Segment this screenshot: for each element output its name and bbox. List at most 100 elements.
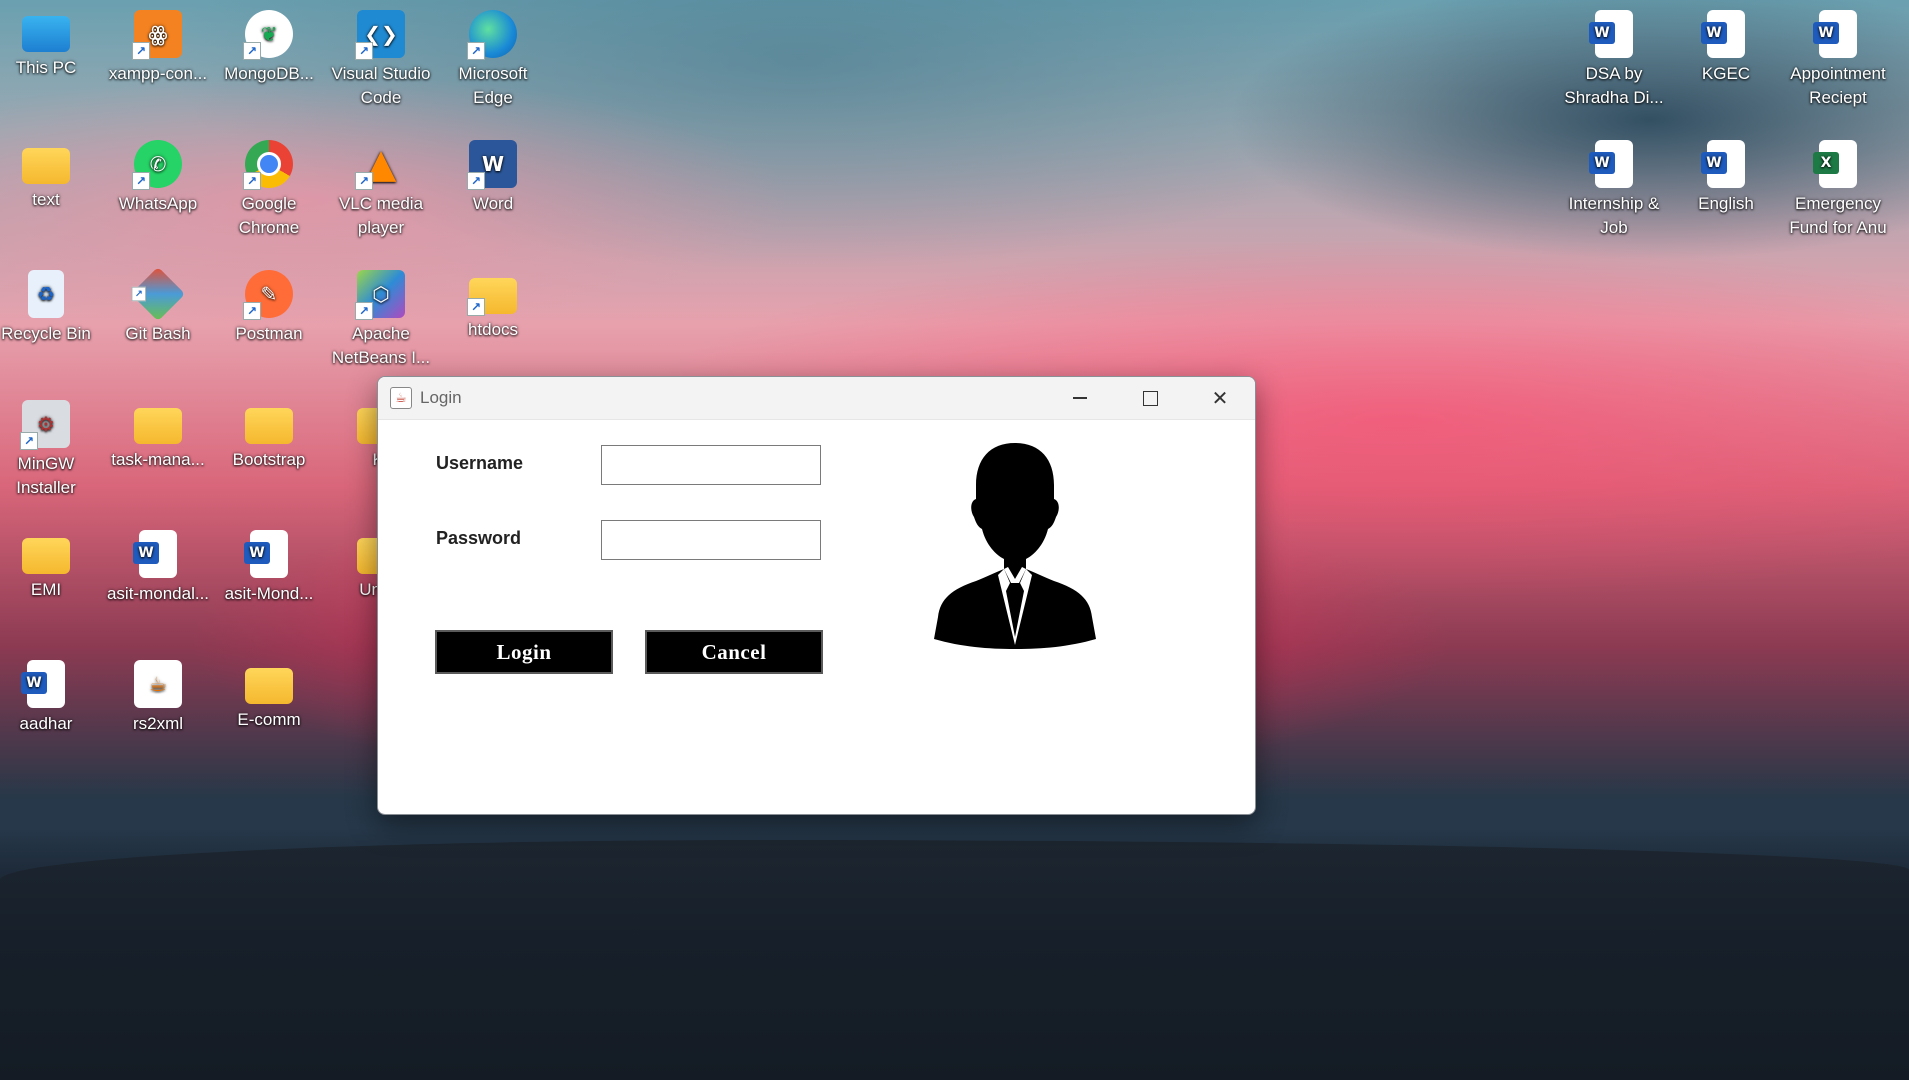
word-doc-icon: W: [21, 660, 65, 708]
netbeans-icon: ⬡ ↗: [355, 270, 405, 320]
close-button[interactable]: ✕: [1185, 377, 1255, 419]
desktop-icon-label: Word: [472, 194, 514, 213]
xampp-icon: ꙮ ↗: [132, 10, 182, 60]
word-doc-icon: W: [1701, 10, 1745, 58]
desktop-icon-label: VLC media player: [338, 194, 424, 237]
whatsapp-icon: ✆ ↗: [132, 140, 182, 190]
desktop-icon-mongodb[interactable]: ❦ ↗ MongoDB...: [214, 4, 324, 86]
git-icon: ↗: [130, 266, 186, 322]
desktop-icon-this-pc[interactable]: This PC: [0, 4, 101, 80]
desktop-icon-aadhar-doc[interactable]: W aadhar: [0, 654, 101, 736]
desktop-icon-bootstrap-folder[interactable]: Bootstrap: [214, 394, 324, 472]
shortcut-arrow-icon: ↗: [20, 432, 38, 450]
desktop-icon-chrome[interactable]: ↗ Google Chrome: [214, 134, 324, 240]
login-window: ☕ Login ✕ Username Password Login Cancel: [377, 376, 1256, 815]
username-input[interactable]: [601, 445, 821, 485]
desktop-icon-label: Git Bash: [125, 324, 191, 343]
desktop-icon-recycle-bin[interactable]: ♻ Recycle Bin: [0, 264, 101, 346]
java-icon: ☕: [134, 660, 182, 708]
desktop-icon-kgec-doc[interactable]: W KGEC: [1671, 4, 1781, 86]
desktop-icon-netbeans[interactable]: ⬡ ↗ Apache NetBeans I...: [326, 264, 436, 370]
desktop-icon-label: Visual Studio Code: [331, 64, 431, 107]
desktop-icon-vscode[interactable]: ❮❯ ↗ Visual Studio Code: [326, 4, 436, 110]
desktop-icon-label: Apache NetBeans I...: [331, 324, 431, 367]
desktop-icon-label: Google Chrome: [238, 194, 300, 237]
desktop-icon-label: rs2xml: [132, 714, 184, 733]
word-doc-icon: W: [1589, 140, 1633, 188]
folder-icon: [245, 668, 293, 704]
word-doc-icon: W: [1589, 10, 1633, 58]
desktop-icon-rs2xml[interactable]: ☕ rs2xml: [103, 654, 213, 736]
desktop-icon-dsa-doc[interactable]: W DSA by Shradha Di...: [1559, 4, 1669, 110]
desktop-icon-label: This PC: [15, 58, 77, 77]
desktop-icon-label: Bootstrap: [232, 450, 306, 469]
desktop-icon-english-doc[interactable]: W English: [1671, 134, 1781, 216]
desktop-icon-label: Postman: [235, 324, 303, 343]
desktop-icon-label: Recycle Bin: [1, 324, 91, 343]
desktop-icon-mingw[interactable]: ⚙ ↗ MinGW Installer: [0, 394, 101, 500]
folder-icon: [134, 408, 182, 444]
desktop-icon-emergency-fund-xls[interactable]: X Emergency Fund for Anu: [1783, 134, 1893, 240]
desktop-icon-label: Microsoft Edge: [458, 64, 528, 107]
desktop-icon-vlc[interactable]: ▲ ↗ VLC media player: [326, 134, 436, 240]
password-label: Password: [436, 528, 522, 548]
desktop-icon-internship-doc[interactable]: W Internship & Job: [1559, 134, 1669, 240]
user-avatar-icon: [934, 443, 1096, 649]
shortcut-arrow-icon: ↗: [355, 302, 373, 320]
folder-icon: [22, 148, 70, 184]
desktop-icon-label: MinGW Installer: [16, 454, 76, 497]
desktop-icon-label: Emergency Fund for Anu: [1789, 194, 1887, 237]
desktop-icon-ecomm-folder[interactable]: E-comm: [214, 654, 324, 732]
desktop-icon-label: aadhar: [19, 714, 73, 733]
desktop-icon-asit-mondal-doc[interactable]: W asit-mondal...: [103, 524, 213, 606]
desktop-icon-label: text: [32, 190, 60, 209]
word-icon: W ↗: [467, 140, 517, 190]
desktop-icon-postman[interactable]: ✎ ↗ Postman: [214, 264, 324, 346]
desktop-icon-label: KGEC: [1701, 64, 1751, 83]
desktop-icon-whatsapp[interactable]: ✆ ↗ WhatsApp: [103, 134, 213, 216]
shortcut-arrow-icon: ↗: [355, 42, 373, 60]
shortcut-arrow-icon: ↗: [131, 286, 146, 302]
mingw-icon: ⚙ ↗: [20, 400, 70, 450]
desktop-icon-git-bash[interactable]: ↗ Git Bash: [103, 264, 213, 346]
desktop-icon-edge[interactable]: ↗ Microsoft Edge: [438, 4, 548, 110]
cancel-button[interactable]: Cancel: [645, 630, 823, 674]
desktop-icon-asit-mond-doc[interactable]: W asit-Mond...: [214, 524, 324, 606]
folder-icon: ↗: [467, 278, 517, 316]
desktop-icon-label: E-comm: [237, 710, 301, 729]
title-bar[interactable]: ☕ Login ✕: [378, 377, 1255, 420]
desktop-icon-task-manager-folder[interactable]: task-mana...: [103, 394, 213, 472]
shortcut-arrow-icon: ↗: [467, 298, 485, 316]
vscode-icon: ❮❯ ↗: [355, 10, 405, 60]
chrome-icon: ↗: [243, 140, 293, 190]
minimize-icon: [1073, 397, 1087, 399]
maximize-button[interactable]: [1115, 377, 1185, 419]
shortcut-arrow-icon: ↗: [355, 172, 373, 190]
desktop-icon-text-folder[interactable]: text: [0, 134, 101, 212]
monitor-icon: [22, 16, 70, 52]
shortcut-arrow-icon: ↗: [132, 42, 150, 60]
password-input[interactable]: [601, 520, 821, 560]
username-label: Username: [436, 453, 524, 473]
minimize-button[interactable]: [1045, 377, 1115, 419]
word-doc-icon: W: [1701, 140, 1745, 188]
desktop-icon-label: MongoDB...: [224, 64, 314, 83]
window-title: Login: [420, 388, 462, 407]
recycle-bin-icon: ♻: [28, 270, 64, 318]
desktop-icon-xampp[interactable]: ꙮ ↗ xampp-con...: [103, 4, 213, 86]
java-app-icon: ☕: [390, 387, 412, 409]
wallpaper-rocks: [0, 840, 1909, 1080]
word-doc-icon: W: [1813, 10, 1857, 58]
desktop-icon-label: English: [1698, 194, 1754, 213]
postman-icon: ✎ ↗: [243, 270, 293, 320]
folder-icon: [245, 408, 293, 444]
desktop-icon-label: DSA by Shradha Di...: [1564, 64, 1664, 107]
desktop-icon-htdocs[interactable]: ↗ htdocs: [438, 264, 548, 342]
desktop-icon-word[interactable]: W ↗ Word: [438, 134, 548, 216]
shortcut-arrow-icon: ↗: [243, 302, 261, 320]
desktop-icon-emi-folder[interactable]: EMI: [0, 524, 101, 602]
desktop-icon-appointment-doc[interactable]: W Appointment Reciept: [1783, 4, 1893, 110]
login-button[interactable]: Login: [435, 630, 613, 674]
shortcut-arrow-icon: ↗: [132, 172, 150, 190]
desktop-icon-label: asit-mondal...: [106, 584, 210, 603]
